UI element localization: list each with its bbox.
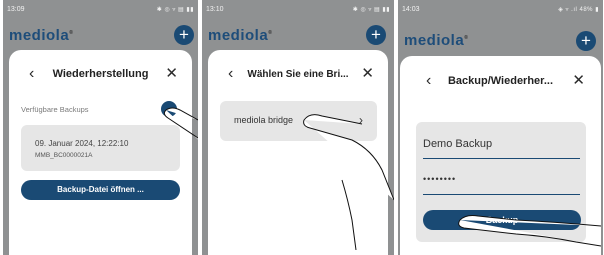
status-icons: ✱ ◎ ▿ ▤ ▮▮: [352, 6, 390, 13]
logo-mark: ®: [268, 30, 273, 36]
sheet-header: ‹ Backup/Wiederher... ✕: [400, 73, 601, 89]
plus-icon[interactable]: +: [366, 25, 386, 45]
app-logo: mediola®: [404, 32, 468, 49]
close-icon[interactable]: ✕: [572, 73, 585, 89]
bridge-sheet: ‹ Wählen Sie eine Bri... ✕ mediola bridg…: [208, 50, 388, 255]
logo-text: mediola: [9, 27, 70, 44]
backup-id: MMB_BC0000021A: [35, 152, 93, 159]
status-time: 13:10: [206, 5, 224, 13]
close-icon[interactable]: ✕: [361, 66, 374, 82]
status-time: 14:03: [402, 5, 420, 13]
sheet-title: Backup/Wiederher...: [447, 75, 554, 87]
app-logo: mediola®: [9, 27, 73, 44]
status-bar: 13:09 ✱ ◎ ▿ ▤ ▮▮: [7, 4, 194, 14]
password-field[interactable]: ••••••••: [423, 174, 456, 184]
status-icons: ✱ ◎ ▿ ▤ ▮▮: [156, 6, 194, 13]
backup-form: Demo Backup •••••••• Backup: [416, 122, 586, 242]
chevron-right-icon: ›: [359, 113, 363, 127]
close-icon[interactable]: ✕: [165, 66, 178, 82]
bridge-name: mediola bridge: [234, 115, 294, 125]
open-backup-file-button[interactable]: Backup-Datei öffnen ...: [21, 180, 180, 200]
screen-backup: 14:03 ◈ ▿ .ıl 48% ▮ mediola® + ‹ Backup/…: [398, 0, 603, 255]
backup-card[interactable]: 09. Januar 2024, 12:22:10 MMB_BC0000021A: [21, 125, 180, 171]
status-time: 13:09: [7, 5, 25, 13]
backup-sheet: ‹ Backup/Wiederher... ✕ Demo Backup ••••…: [400, 56, 601, 255]
screen-restore: 13:09 ✱ ◎ ▿ ▤ ▮▮ mediola® + ‹ Wiederhers…: [3, 0, 198, 255]
backup-button[interactable]: Backup: [423, 210, 581, 230]
status-icons: ◈ ▿ .ıl 48% ▮: [558, 6, 599, 13]
logo-mark: ®: [464, 35, 469, 41]
name-underline: [423, 158, 580, 159]
password-underline: [423, 194, 580, 195]
plus-icon[interactable]: +: [576, 31, 596, 51]
section-label: Verfügbare Backups: [21, 105, 89, 114]
plus-icon[interactable]: +: [174, 25, 194, 45]
add-backup-button[interactable]: [161, 101, 177, 117]
restore-sheet: ‹ Wiederherstellung ✕ Verfügbare Backups…: [9, 50, 192, 255]
bridge-list-item[interactable]: mediola bridge ›: [220, 101, 377, 141]
app-logo: mediola®: [208, 27, 272, 44]
logo-text: mediola: [208, 27, 269, 44]
logo-mark: ®: [69, 30, 74, 36]
sheet-header: ‹ Wählen Sie eine Bri... ✕: [208, 66, 388, 82]
backup-name-field[interactable]: Demo Backup: [423, 138, 492, 150]
backup-date: 09. Januar 2024, 12:22:10: [35, 139, 129, 148]
sheet-header: ‹ Wiederherstellung ✕: [9, 66, 192, 82]
status-bar: 14:03 ◈ ▿ .ıl 48% ▮: [402, 4, 599, 14]
screen-choose-bridge: 13:10 ✱ ◎ ▿ ▤ ▮▮ mediola® + ‹ Wählen Sie…: [202, 0, 394, 255]
status-bar: 13:10 ✱ ◎ ▿ ▤ ▮▮: [206, 4, 390, 14]
logo-text: mediola: [404, 32, 465, 49]
